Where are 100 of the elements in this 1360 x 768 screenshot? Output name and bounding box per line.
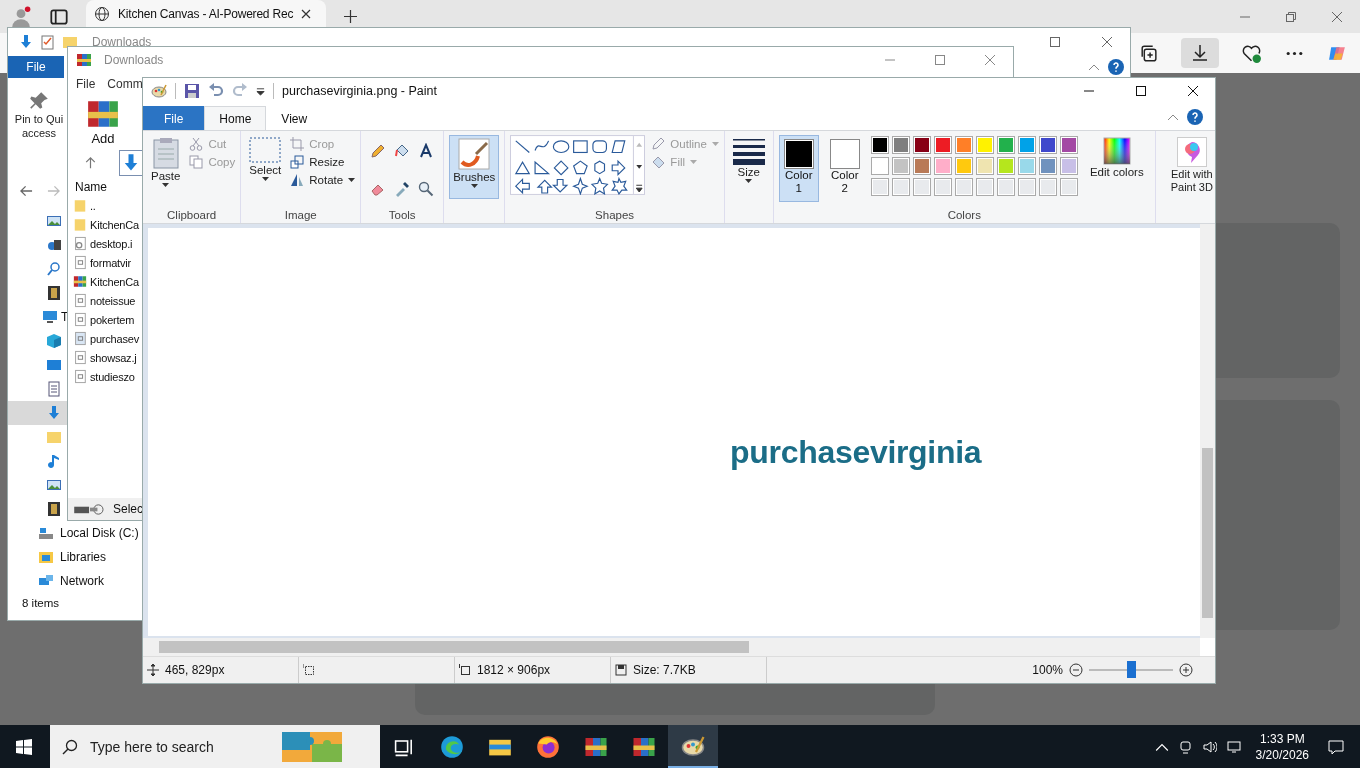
clock-date[interactable]: 3/20/2026	[1255, 746, 1309, 763]
file-name[interactable]: showsaz.j	[90, 351, 137, 364]
color-swatch[interactable]	[1017, 157, 1036, 175]
customize-caret-icon[interactable]	[256, 86, 265, 96]
clock-time[interactable]: 1:33 PM	[1259, 730, 1305, 747]
notification-icon[interactable]	[1328, 738, 1344, 755]
size-button[interactable]: Size	[729, 135, 768, 185]
shapes-gallery[interactable]	[510, 135, 646, 195]
color-swatch[interactable]	[1038, 157, 1057, 175]
maximize-icon[interactable]	[1135, 85, 1147, 97]
paint-3d-button[interactable]: Edit with Paint 3D	[1160, 135, 1223, 196]
color-swatch[interactable]	[912, 136, 931, 154]
downloads-button[interactable]	[1181, 38, 1219, 68]
speaker-icon[interactable]	[1202, 739, 1217, 754]
close-icon[interactable]	[1187, 85, 1199, 97]
empty-swatch[interactable]	[1038, 178, 1057, 196]
ribbon-tab[interactable]: Home	[204, 106, 267, 130]
paint-taskbar-button[interactable]	[668, 725, 718, 768]
file-tab[interactable]: File	[8, 56, 64, 78]
help-icon[interactable]	[1187, 109, 1203, 125]
file-name[interactable]: pokertem	[90, 313, 135, 326]
properties-icon[interactable]	[40, 34, 56, 50]
edit-colors-button[interactable]: Edit colors	[1083, 135, 1150, 181]
ribbon-tab[interactable]: View	[266, 106, 323, 130]
nav-item[interactable]: Network	[8, 569, 142, 593]
empty-swatch[interactable]	[954, 178, 973, 196]
empty-swatch[interactable]	[975, 178, 994, 196]
empty-swatch[interactable]	[933, 178, 952, 196]
select-button[interactable]: Select	[246, 135, 285, 183]
color-swatch[interactable]	[1059, 157, 1078, 175]
search-input[interactable]: Type here to search	[88, 737, 272, 756]
pencil-icon[interactable]	[370, 143, 387, 159]
vertical-scrollbar[interactable]	[1200, 224, 1215, 638]
empty-swatch[interactable]	[912, 178, 931, 196]
color-slot-button[interactable]: Color 2	[824, 135, 865, 202]
help-icon[interactable]	[1108, 59, 1124, 75]
rotate-button[interactable]: Rotate	[290, 173, 356, 187]
file-name[interactable]: formatvir	[90, 256, 131, 269]
undo-icon[interactable]	[208, 83, 224, 99]
file-name[interactable]: KitchenCa	[90, 275, 139, 288]
color-picker-icon[interactable]	[394, 181, 411, 197]
color-swatch[interactable]	[954, 157, 973, 175]
restore-icon[interactable]	[1285, 10, 1297, 23]
paste-button[interactable]: Paste	[148, 135, 184, 189]
add-button[interactable]: Add	[86, 97, 120, 146]
back-arrow-icon[interactable]	[20, 185, 33, 197]
profile-avatar-icon[interactable]	[10, 5, 32, 28]
nav-item[interactable]: Local Disk (C:)	[8, 521, 142, 545]
empty-swatch[interactable]	[870, 178, 889, 196]
color-swatch[interactable]	[891, 157, 910, 175]
up-arrow-icon[interactable]	[84, 157, 97, 169]
drawing-canvas[interactable]: purchasevirginia	[148, 228, 1200, 636]
color-swatch[interactable]	[975, 157, 994, 175]
empty-swatch[interactable]	[1059, 178, 1078, 196]
color-swatch[interactable]	[1059, 136, 1078, 154]
color-swatch[interactable]	[1038, 136, 1057, 154]
meet-icon[interactable]	[1178, 739, 1193, 754]
color-swatch[interactable]	[891, 136, 910, 154]
fill-bucket-icon[interactable]	[394, 143, 411, 159]
save-icon[interactable]	[184, 83, 200, 99]
horizontal-scrollbar[interactable]	[143, 638, 1200, 656]
pin-button[interactable]: Pin to Qui access	[11, 78, 67, 140]
collapse-ribbon-icon[interactable]	[1088, 63, 1100, 71]
nav-item[interactable]: Libraries	[8, 545, 142, 569]
brushes-button[interactable]: Brushes	[449, 135, 500, 199]
file-name[interactable]: ..	[90, 199, 96, 212]
file-name[interactable]: KitchenCa	[90, 218, 139, 231]
zoom-out-icon[interactable]	[1069, 663, 1083, 677]
text-tool-icon[interactable]	[418, 143, 435, 159]
color-swatch[interactable]	[996, 136, 1015, 154]
new-tab-icon[interactable]	[344, 10, 357, 23]
color-swatch[interactable]	[933, 136, 952, 154]
column-header[interactable]: Name	[68, 176, 143, 196]
edge-icon[interactable]	[440, 734, 464, 759]
color-swatch[interactable]	[954, 136, 973, 154]
empty-swatch[interactable]	[1017, 178, 1036, 196]
magnifier-icon[interactable]	[418, 181, 435, 197]
start-icon[interactable]	[16, 738, 32, 755]
color-swatch[interactable]	[975, 136, 994, 154]
color-swatch[interactable]	[996, 157, 1015, 175]
file-tab[interactable]: File	[143, 106, 205, 130]
menu-item[interactable]: Comm	[107, 77, 143, 91]
file-name[interactable]: purchasev	[90, 332, 139, 345]
download-arrow-icon[interactable]	[18, 34, 34, 50]
taskbar-search-bar[interactable]: Type here to search	[50, 725, 380, 768]
firefox-icon[interactable]	[536, 734, 560, 759]
resize-button[interactable]: Resize	[290, 155, 356, 169]
color-slot-button[interactable]: Color 1	[778, 135, 819, 202]
color-swatch[interactable]	[1017, 136, 1036, 154]
color-swatch[interactable]	[933, 157, 952, 175]
color-swatch[interactable]	[870, 136, 889, 154]
slider-thumb[interactable]	[1127, 661, 1136, 678]
collapse-ribbon-icon[interactable]	[1167, 113, 1179, 121]
color-swatch[interactable]	[870, 157, 889, 175]
close-icon[interactable]	[301, 9, 312, 19]
menu-item[interactable]: File	[76, 77, 96, 91]
browser-tab[interactable]: Kitchen Canvas - AI-Powered Rec	[86, 0, 326, 28]
color-swatch[interactable]	[912, 157, 931, 175]
empty-swatch[interactable]	[996, 178, 1015, 196]
file-name[interactable]: noteissue	[90, 294, 136, 307]
